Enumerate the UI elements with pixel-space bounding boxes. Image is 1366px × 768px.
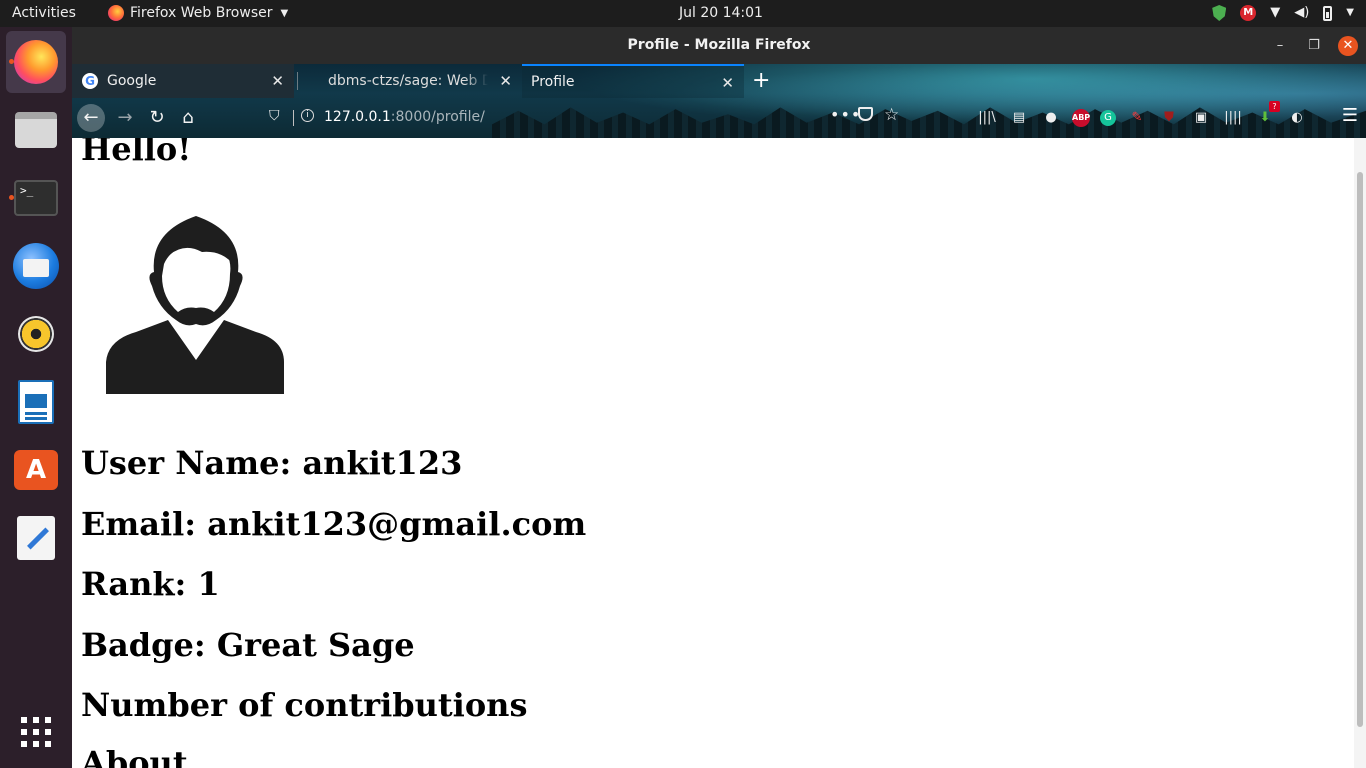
dock-software[interactable]: A (6, 439, 66, 501)
barcode-extension-icon[interactable]: |||| (1222, 107, 1244, 129)
thunderbird-icon (13, 243, 59, 289)
app-menu[interactable]: Firefox Web Browser ▼ (108, 5, 288, 21)
adblock-plus-icon[interactable]: ABP (1072, 109, 1090, 127)
chevron-down-icon: ▼ (280, 7, 289, 19)
wand-extension-icon[interactable]: ✎ (1126, 107, 1148, 129)
rank-heading: Rank: 1 (81, 565, 220, 603)
terminal-icon: >_ (14, 180, 58, 216)
tab-google[interactable]: G Google ✕ (72, 64, 294, 98)
username-heading: User Name: ankit123 (81, 444, 463, 482)
tracking-protection-icon[interactable]: ⛉ (269, 108, 280, 124)
back-button[interactable]: ← (77, 104, 105, 132)
tab-profile[interactable]: Profile ✕ (522, 64, 744, 98)
firefox-icon (14, 40, 58, 84)
library-icon[interactable]: |||\ (976, 107, 998, 129)
minimize-button[interactable]: – (1270, 36, 1290, 56)
download-extension-icon[interactable]: ⬇? (1254, 101, 1280, 129)
email-heading: Email: ankit123@gmail.com (81, 505, 587, 543)
extension-toolbar: |||\ ▤ ● ABP G ✎ ⛊ ▣ |||| ⬇? ◐ (976, 101, 1308, 129)
gnome-top-bar: Activities Firefox Web Browser ▼ Jul 20 … (0, 0, 1366, 27)
dock-firefox[interactable] (6, 31, 66, 93)
avatar-icon (106, 216, 284, 394)
greeting-heading: Hello! (81, 138, 192, 168)
page-scrollbar[interactable] (1354, 138, 1366, 768)
page-content: Hello! User Name: ankit123 Email: ankit1… (72, 138, 1354, 768)
url-text[interactable]: 127.0.0.1:8000/profile/ (324, 109, 485, 125)
extension-puzzle-icon[interactable]: ◐ (1286, 107, 1308, 129)
activities-button[interactable]: Activities (12, 5, 76, 21)
dock-thunderbird[interactable] (6, 235, 66, 297)
sidebar-icon[interactable]: ▤ (1008, 107, 1030, 129)
running-indicator (9, 195, 14, 200)
account-icon[interactable]: ● (1040, 107, 1062, 129)
running-indicator (9, 59, 14, 64)
apps-grid-icon (21, 717, 51, 747)
scrollbar-thumb[interactable] (1357, 172, 1363, 727)
window-title: Profile - Mozilla Firefox (627, 37, 811, 53)
text-editor-icon (17, 516, 55, 560)
tab-github[interactable]: dbms-ctzs/sage: Web De ✕ (297, 64, 522, 98)
tab-label: Profile (531, 74, 575, 90)
power-menu-icon[interactable]: ▼ (1346, 4, 1354, 22)
dock-files[interactable] (6, 99, 66, 161)
wifi-icon[interactable]: ▼ (1270, 4, 1280, 22)
firefox-icon (108, 5, 124, 21)
system-tray[interactable]: M ▼ ◀) ▼ (1212, 4, 1354, 22)
hamburger-menu-icon[interactable]: ☰ (1342, 105, 1358, 126)
tab-label: Google (107, 73, 157, 89)
dock-writer[interactable] (6, 371, 66, 433)
battery-icon[interactable] (1323, 5, 1333, 21)
navigation-bar: ← → ↻ ⌂ ⛉ i 127.0.0.1:8000/profile/ ••• … (72, 98, 1366, 138)
clock[interactable]: Jul 20 14:01 (679, 5, 763, 21)
home-button[interactable]: ⌂ (174, 104, 202, 132)
forward-button[interactable]: → (111, 104, 139, 132)
site-info-icon[interactable]: i (301, 109, 314, 122)
ublock-origin-icon[interactable]: ⛊ (1158, 107, 1180, 129)
close-tab-icon[interactable]: ✕ (721, 74, 734, 92)
tab-label: dbms-ctzs/sage: Web De (328, 73, 488, 89)
reload-button[interactable]: ↻ (143, 104, 171, 132)
writer-icon (18, 380, 54, 424)
url-path: :8000/profile/ (390, 109, 485, 125)
badge-heading: Badge: Great Sage (81, 626, 415, 664)
mega-icon[interactable]: M (1240, 5, 1257, 21)
dock-rhythmbox[interactable] (6, 303, 66, 365)
page-actions-button[interactable]: ••• (830, 105, 861, 124)
close-window-button[interactable]: ✕ (1338, 36, 1358, 56)
pocket-icon[interactable] (858, 107, 873, 121)
volume-icon[interactable]: ◀) (1294, 4, 1309, 22)
bookmark-star-icon[interactable]: ☆ (884, 105, 899, 125)
contributions-heading: Number of contributions (81, 686, 528, 724)
show-applications-button[interactable] (6, 701, 66, 763)
software-icon: A (14, 450, 58, 490)
tab-strip: G Google ✕ dbms-ctzs/sage: Web De ✕ Prof… (72, 64, 1366, 98)
dock: >_ A (0, 27, 72, 768)
maximize-button[interactable]: ❐ (1304, 36, 1324, 56)
shield-icon[interactable] (1212, 5, 1227, 21)
rhythmbox-icon (18, 316, 54, 352)
image-extension-icon[interactable]: ▣ (1190, 107, 1212, 129)
dock-terminal[interactable]: >_ (6, 167, 66, 229)
url-bar[interactable]: ⛉ i 127.0.0.1:8000/profile/ ••• ☆ (267, 104, 907, 132)
files-icon (15, 112, 57, 148)
new-tab-button[interactable]: + (752, 68, 770, 93)
close-tab-icon[interactable]: ✕ (271, 72, 284, 90)
close-tab-icon[interactable]: ✕ (499, 72, 512, 90)
url-host: 127.0.0.1 (324, 109, 391, 125)
about-heading: About (81, 744, 188, 768)
grammarly-icon[interactable]: G (1100, 110, 1116, 126)
window-title-bar[interactable]: Profile - Mozilla Firefox – ❐ ✕ (72, 27, 1366, 64)
google-icon: G (82, 73, 98, 89)
app-menu-label: Firefox Web Browser (130, 5, 273, 21)
dock-text-editor[interactable] (6, 507, 66, 569)
